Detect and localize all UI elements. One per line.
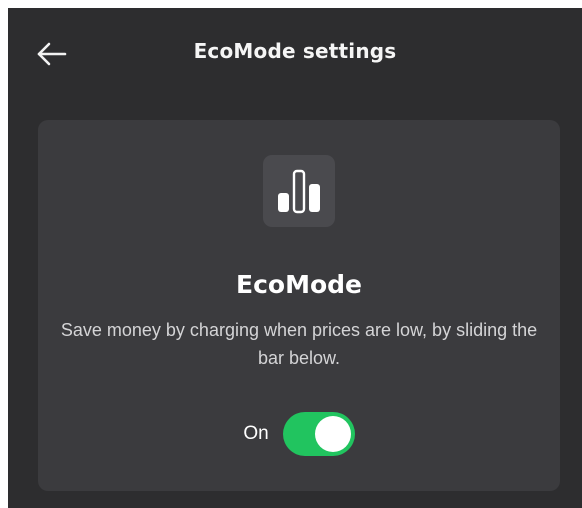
bar-chart-icon — [263, 155, 335, 227]
ecomode-settings-screen: EcoMode settings EcoMode Save money by c… — [8, 8, 582, 508]
toggle-knob — [314, 416, 351, 452]
ecomode-toggle[interactable] — [282, 412, 355, 456]
ecomode-toggle-row: On — [38, 411, 560, 457]
page-title: EcoMode settings — [193, 39, 397, 63]
top-bar: EcoMode settings — [8, 8, 582, 100]
icon-tile — [263, 155, 335, 227]
card-title: EcoMode — [236, 270, 362, 299]
ecomode-card: EcoMode Save money by charging when pric… — [38, 120, 560, 491]
toggle-label: On — [243, 423, 269, 444]
card-description: Save money by charging when prices are l… — [60, 320, 538, 368]
